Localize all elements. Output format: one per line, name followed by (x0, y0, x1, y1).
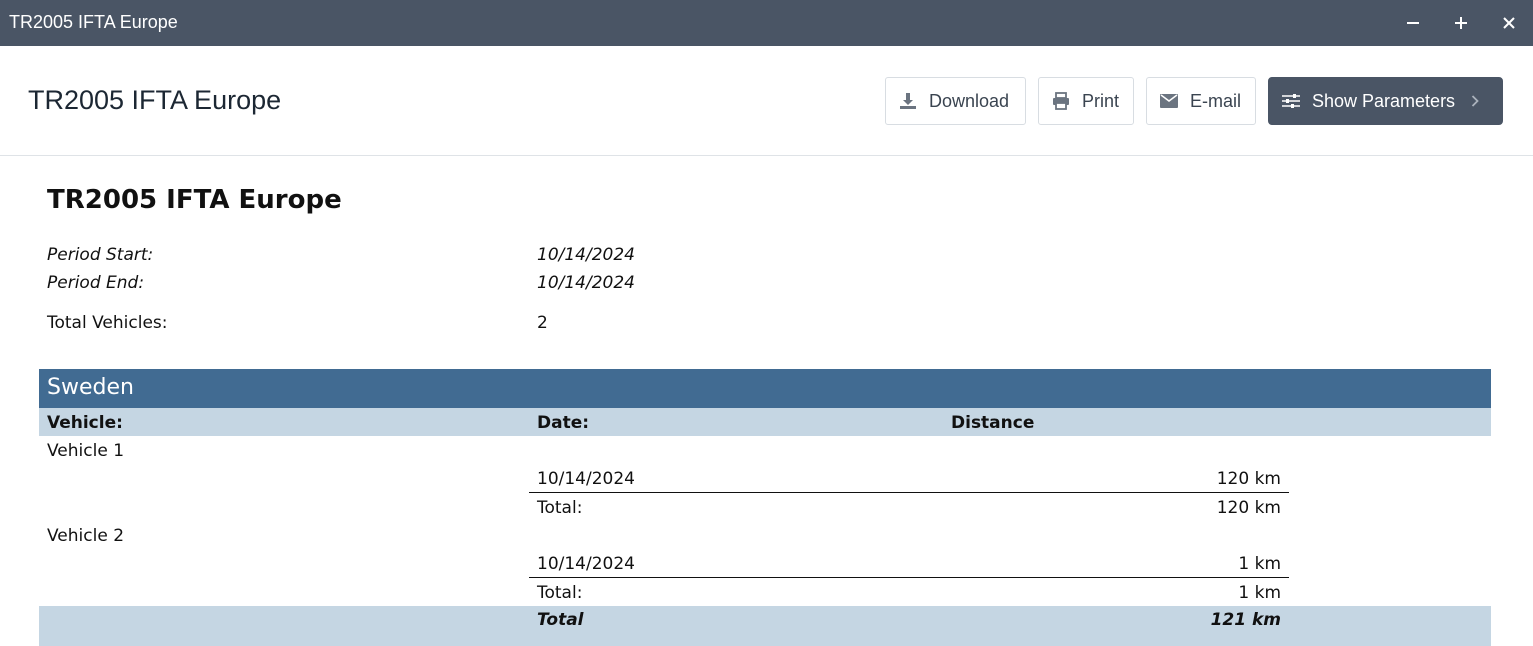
period-end-label: Period End: (47, 273, 145, 293)
email-label: E-mail (1190, 90, 1242, 111)
plus-icon (1455, 17, 1467, 29)
column-header-row: Vehicle: Date: Distance (39, 408, 1491, 436)
page-title: TR2005 IFTA Europe (28, 85, 282, 115)
sliders-icon (1281, 91, 1301, 111)
subtotal-label: Total: (537, 583, 583, 603)
column-vehicle: Vehicle: (47, 413, 123, 433)
table-row-date: 10/14/2024 (537, 469, 635, 489)
period-start-label: Period Start: (47, 245, 154, 265)
country-header: Sweden (39, 369, 1491, 408)
subtotal-divider (529, 577, 1289, 578)
subtotal-value: 120 km (1216, 498, 1281, 518)
download-icon (898, 91, 918, 111)
vehicle-name: Vehicle 2 (47, 526, 125, 546)
print-label: Print (1082, 90, 1120, 111)
report-toolbar: TR2005 IFTA Europe Download Print E-mail… (0, 46, 1533, 156)
report-viewer: TR2005 IFTA Europe Period Start: 10/14/2… (0, 157, 1533, 646)
window-titlebar: TR2005 IFTA Europe (0, 0, 1533, 46)
column-distance: Distance (951, 413, 1035, 433)
table-row-distance: 1 km (1238, 554, 1281, 574)
show-parameters-label: Show Parameters (1312, 90, 1456, 111)
report-title: TR2005 IFTA Europe (47, 185, 342, 215)
vehicle-name: Vehicle 1 (47, 441, 125, 461)
print-button[interactable]: Print (1038, 77, 1134, 125)
download-label: Download (929, 90, 1010, 111)
grand-total-value: 121 km (1210, 610, 1281, 630)
table-row-date: 10/14/2024 (537, 554, 635, 574)
maximize-button[interactable] (1449, 11, 1473, 35)
show-parameters-button[interactable]: Show Parameters (1268, 77, 1503, 125)
subtotal-label: Total: (537, 498, 583, 518)
minimize-button[interactable] (1401, 11, 1425, 35)
download-button[interactable]: Download (885, 77, 1026, 125)
total-vehicles-value: 2 (537, 313, 548, 333)
close-button[interactable] (1497, 11, 1521, 35)
grand-total-label: Total (537, 610, 584, 630)
country-name: Sweden (47, 375, 134, 400)
subtotal-value: 1 km (1238, 583, 1281, 603)
subtotal-divider (529, 492, 1289, 493)
window-title: TR2005 IFTA Europe (9, 12, 178, 32)
period-end-value: 10/14/2024 (537, 273, 635, 293)
close-icon (1503, 17, 1515, 29)
minimize-icon (1407, 22, 1419, 24)
chevron-right-icon (1471, 95, 1479, 107)
period-start-value: 10/14/2024 (537, 245, 635, 265)
table-row-distance: 120 km (1216, 469, 1281, 489)
column-date: Date: (537, 413, 590, 433)
email-button[interactable]: E-mail (1146, 77, 1256, 125)
grand-total-row: Total 121 km (39, 606, 1491, 646)
total-vehicles-label: Total Vehicles: (47, 313, 168, 333)
printer-icon (1051, 91, 1071, 111)
envelope-icon (1159, 91, 1179, 111)
